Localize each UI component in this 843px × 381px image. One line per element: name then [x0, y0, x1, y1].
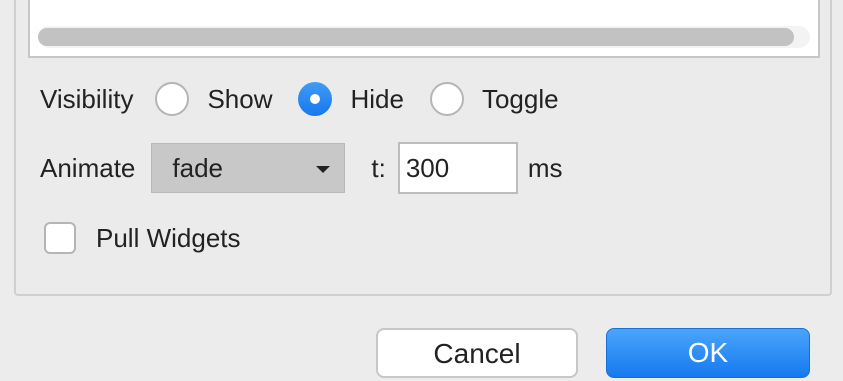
cancel-button[interactable]: Cancel [376, 328, 578, 378]
ok-button[interactable]: OK [606, 328, 810, 378]
time-label: t: [371, 152, 386, 183]
radio-show[interactable] [155, 82, 190, 116]
radio-toggle-label[interactable]: Toggle [482, 84, 559, 115]
animate-row: Animate fade t: ms [40, 142, 563, 194]
scrollbar-thumb[interactable] [38, 28, 794, 46]
time-input[interactable] [397, 142, 518, 194]
pull-widgets-label[interactable]: Pull Widgets [96, 223, 241, 254]
animate-select[interactable]: fade [151, 143, 346, 193]
radio-show-label[interactable]: Show [207, 84, 272, 115]
visibility-label: Visibility [40, 83, 134, 114]
animate-label: Animate [40, 152, 136, 183]
visibility-row: Visibility Show Hide Toggle [40, 82, 559, 116]
radio-toggle[interactable] [429, 82, 464, 116]
chevron-down-icon [316, 166, 331, 173]
animate-select-value: fade [172, 153, 223, 183]
pull-widgets-checkbox[interactable] [44, 222, 76, 254]
radio-hide[interactable] [298, 82, 333, 116]
options-group-box: Visibility Show Hide Toggle Animate fade… [14, 0, 832, 296]
dialog: Visibility Show Hide Toggle Animate fade… [0, 0, 843, 381]
time-unit-label: ms [527, 152, 563, 183]
radio-hide-label[interactable]: Hide [350, 84, 403, 115]
horizontal-scrollbar[interactable] [38, 26, 810, 48]
pull-widgets-row: Pull Widgets [44, 222, 241, 254]
preview-scroll-area [28, 0, 820, 58]
